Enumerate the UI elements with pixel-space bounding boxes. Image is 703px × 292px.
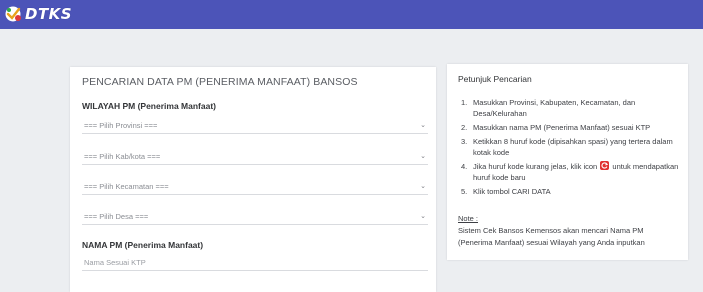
note-text: Sistem Cek Bansos Kemensos akan mencari … [458, 226, 645, 247]
kabkota-select[interactable]: === Pilih Kab/kota === ⌄ [82, 150, 428, 165]
dtks-logo[interactable]: DTKS [4, 4, 76, 24]
guide-item-4: 4. Jika huruf kode kurang jelas, klik ic… [461, 161, 683, 183]
chevron-down-icon: ⌄ [420, 213, 426, 220]
provinsi-select[interactable]: === Pilih Provinsi === ⌄ [82, 119, 428, 134]
chevron-down-icon: ⌄ [420, 183, 426, 190]
guide-text: Masukkan nama PM (Penerima Manfaat) sesu… [473, 123, 651, 132]
desa-select-value: === Pilih Desa === [84, 212, 149, 221]
chevron-down-icon: ⌄ [420, 153, 426, 160]
guide-number: 3. [461, 137, 468, 146]
guide-item-2: 2. Masukkan nama PM (Penerima Manfaat) s… [461, 122, 683, 133]
logo-text: DTKS [25, 5, 73, 23]
refresh-icon [600, 161, 610, 170]
guide-number: 2. [461, 123, 468, 132]
search-form-card: PENCARIAN DATA PM (PENERIMA MANFAAT) BAN… [70, 67, 436, 292]
guide-title: Petunjuk Pencarian [458, 74, 532, 84]
guide-card: Petunjuk Pencarian 1. Masukkan Provinsi,… [447, 64, 688, 260]
kecamatan-select-value: === Pilih Kecamatan === [84, 182, 169, 191]
top-navbar: DTKS [0, 0, 703, 29]
guide-item-3: 3. Ketikkan 8 huruf kode (dipisahkan spa… [461, 136, 683, 158]
guide-list: 1. Masukkan Provinsi, Kabupaten, Kecamat… [461, 97, 683, 200]
guide-number: 5. [461, 187, 468, 196]
provinsi-select-value: === Pilih Provinsi === [84, 121, 158, 130]
guide-item-5: 5. Klik tombol CARI DATA [461, 186, 683, 197]
wilayah-label: WILAYAH PM (Penerima Manfaat) [82, 101, 216, 111]
guide-number: 1. [461, 98, 468, 107]
guide-text: Masukkan Provinsi, Kabupaten, Kecamatan,… [473, 98, 636, 118]
guide-item-1: 1. Masukkan Provinsi, Kabupaten, Kecamat… [461, 97, 683, 119]
guide-text: Ketikkan 8 huruf kode (dipisahkan spasi)… [473, 137, 673, 157]
nama-input[interactable] [84, 258, 414, 267]
note-title: Note : [458, 214, 479, 223]
form-title: PENCARIAN DATA PM (PENERIMA MANFAAT) BAN… [82, 76, 358, 88]
guide-number: 4. [461, 162, 468, 171]
guide-text: Jika huruf kode kurang jelas, klik icon [473, 162, 598, 171]
nama-field-wrapper [82, 256, 428, 271]
logo-emblem-icon [4, 5, 24, 23]
kecamatan-select[interactable]: === Pilih Kecamatan === ⌄ [82, 180, 428, 195]
chevron-down-icon: ⌄ [420, 122, 426, 129]
nama-label: NAMA PM (Penerima Manfaat) [82, 240, 204, 250]
guide-text: Klik tombol CARI DATA [473, 187, 551, 196]
kabkota-select-value: === Pilih Kab/kota === [84, 152, 161, 161]
desa-select[interactable]: === Pilih Desa === ⌄ [82, 210, 428, 225]
